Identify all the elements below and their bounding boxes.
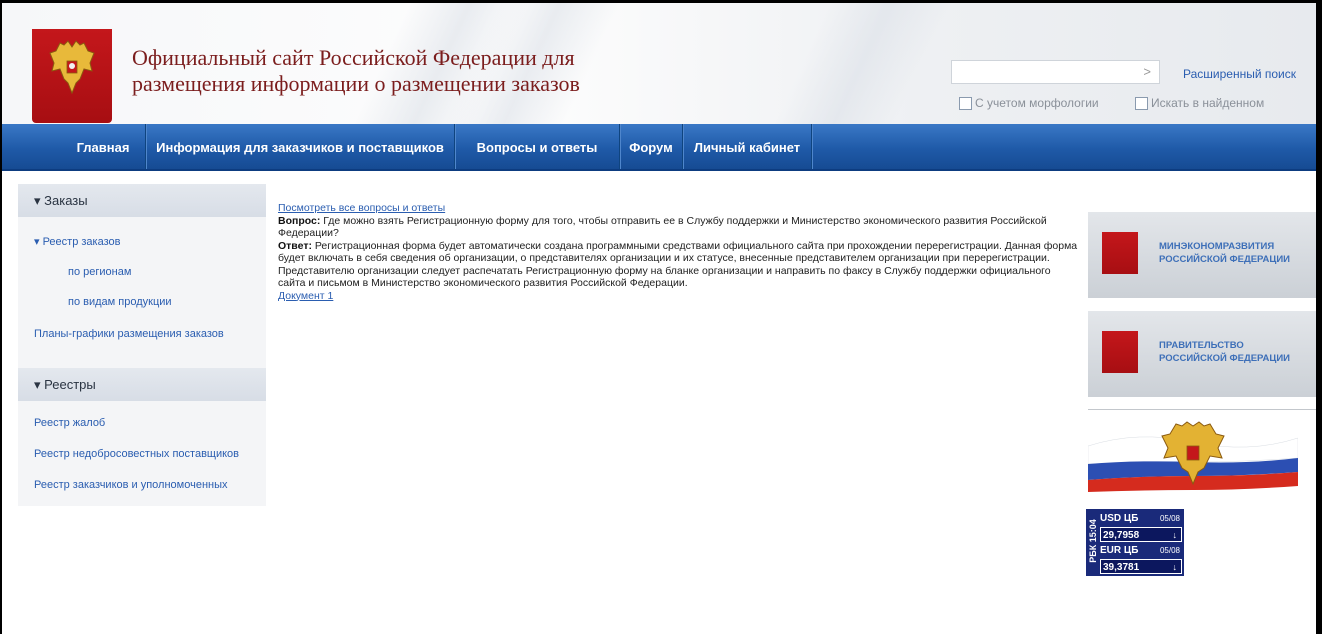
checkbox-box[interactable]: [1135, 96, 1148, 110]
ministry-banner[interactable]: МИНЭКОНОМРАЗВИТИЯ РОССИЙСКОЙ ФЕДЕРАЦИИ: [1088, 212, 1316, 298]
main-navigation: Главная Информация для заказчиков и пост…: [2, 124, 1316, 171]
sidebar-item-customers-registry[interactable]: Реестр заказчиков и уполномоченных: [34, 479, 228, 491]
header-decoration: [773, 3, 951, 124]
site-header: Официальный сайт Российской Федерации дл…: [2, 3, 1316, 124]
sidebar-item-unfair-suppliers[interactable]: Реестр недобросовестных поставщиков: [34, 448, 239, 460]
government-banner[interactable]: ПРАВИТЕЛЬСТВО РОССИЙСКОЙ ФЕДЕРАЦИИ: [1088, 311, 1316, 397]
morphology-label: С учетом морфологии: [975, 96, 1099, 110]
answer-text: Регистрационная форма будет автоматическ…: [278, 239, 1078, 290]
left-sidebar: ▾ Заказы ▾ Реестр заказов по регионам по…: [18, 184, 266, 506]
question-label: Вопрос:: [278, 214, 321, 227]
advanced-search-link[interactable]: Расширенный поиск: [1183, 67, 1296, 81]
nav-personal-account[interactable]: Личный кабинет: [684, 124, 810, 169]
answer-block: Ответ: Регистрационная форма будет автом…: [278, 240, 1078, 290]
search-submit-arrow-icon[interactable]: >: [1143, 64, 1151, 79]
morphology-checkbox[interactable]: С учетом морфологии: [959, 96, 1099, 110]
usd-date: 05/08: [1159, 514, 1180, 523]
down-arrow-icon: ↓: [1172, 530, 1178, 540]
rbk-time-label: РБК 15:04: [1088, 519, 1098, 563]
eur-date: 05/08: [1159, 546, 1180, 555]
eur-value-row: 39,3781 ↓: [1100, 559, 1182, 574]
ministry-line-2: РОССИЙСКОЙ ФЕДЕРАЦИИ: [1159, 254, 1291, 265]
usd-value: 29,7958: [1103, 530, 1140, 541]
sidebar-section-registries[interactable]: ▾ Реестры: [18, 368, 266, 401]
sidebar-item-by-region[interactable]: по регионам: [68, 266, 131, 278]
sidebar-item-orders-registry[interactable]: ▾ Реестр заказов: [34, 235, 120, 248]
rbk-side-label: РБК 15:04: [1086, 509, 1099, 576]
usd-value-row: 29,7958 ↓: [1100, 527, 1182, 542]
main-content: Посмотреть все вопросы и ответы Вопрос: …: [278, 202, 1078, 302]
search-input[interactable]: >: [951, 60, 1160, 84]
nav-forum[interactable]: Форум: [621, 124, 681, 169]
ministry-banner-text: МИНЭКОНОМРАЗВИТИЯ РОССИЙСКОЙ ФЕДЕРАЦИИ: [1159, 240, 1290, 266]
coat-of-arms-icon: [1102, 331, 1138, 373]
question-block: Вопрос: Где можно взять Регистрационную …: [278, 215, 1078, 240]
eur-header: EUR ЦБ 05/08: [1100, 543, 1182, 558]
eur-value: 39,3781: [1103, 562, 1140, 573]
search-found-checkbox[interactable]: Искать в найденном: [1135, 96, 1264, 110]
banner-divider: [1088, 409, 1316, 410]
government-line-2: РОССИЙСКОЙ ФЕДЕРАЦИИ: [1159, 353, 1291, 364]
sidebar-section-orders[interactable]: ▾ Заказы: [18, 184, 266, 217]
rbk-currency-widget[interactable]: РБК 15:04 USD ЦБ 05/08 29,7958 ↓ EUR ЦБ …: [1086, 509, 1184, 576]
double-headed-eagle-icon: [49, 40, 95, 95]
sidebar-item-complaints[interactable]: Реестр жалоб: [34, 417, 105, 429]
nav-separator: [811, 124, 813, 169]
usd-label: USD ЦБ: [1100, 513, 1139, 524]
russian-coat-of-arms-logo[interactable]: [32, 29, 112, 123]
ministry-line-1: МИНЭКОНОМРАЗВИТИЯ: [1159, 241, 1275, 252]
down-arrow-icon: ↓: [1172, 562, 1178, 572]
search-found-label: Искать в найденном: [1151, 96, 1265, 110]
russian-flag-banner[interactable]: [1088, 420, 1298, 492]
coat-of-arms-icon: [1102, 232, 1138, 274]
document-link[interactable]: Документ 1: [278, 290, 333, 302]
answer-label: Ответ:: [278, 239, 312, 252]
government-line-1: ПРАВИТЕЛЬСТВО: [1159, 340, 1244, 351]
nav-questions-answers[interactable]: Вопросы и ответы: [456, 124, 618, 169]
sidebar-item-by-product[interactable]: по видам продукции: [68, 296, 172, 308]
nav-info-customers-suppliers[interactable]: Информация для заказчиков и поставщиков: [147, 124, 453, 169]
usd-header: USD ЦБ 05/08: [1100, 511, 1182, 526]
site-title[interactable]: Официальный сайт Российской Федерации дл…: [132, 45, 692, 97]
sidebar-item-schedules[interactable]: Планы-графики размещения заказов: [34, 328, 224, 340]
question-text: Где можно взять Регистрационную форму дл…: [278, 214, 1047, 240]
site-title-line-2: размещения информации о размещении заказ…: [132, 71, 580, 96]
nav-home[interactable]: Главная: [62, 124, 144, 169]
all-questions-link[interactable]: Посмотреть все вопросы и ответы: [278, 202, 445, 214]
site-title-line-1: Официальный сайт Российской Федерации дл…: [132, 45, 575, 70]
checkbox-box[interactable]: [959, 96, 972, 110]
government-banner-text: ПРАВИТЕЛЬСТВО РОССИЙСКОЙ ФЕДЕРАЦИИ: [1159, 339, 1290, 365]
eur-label: EUR ЦБ: [1100, 545, 1139, 556]
